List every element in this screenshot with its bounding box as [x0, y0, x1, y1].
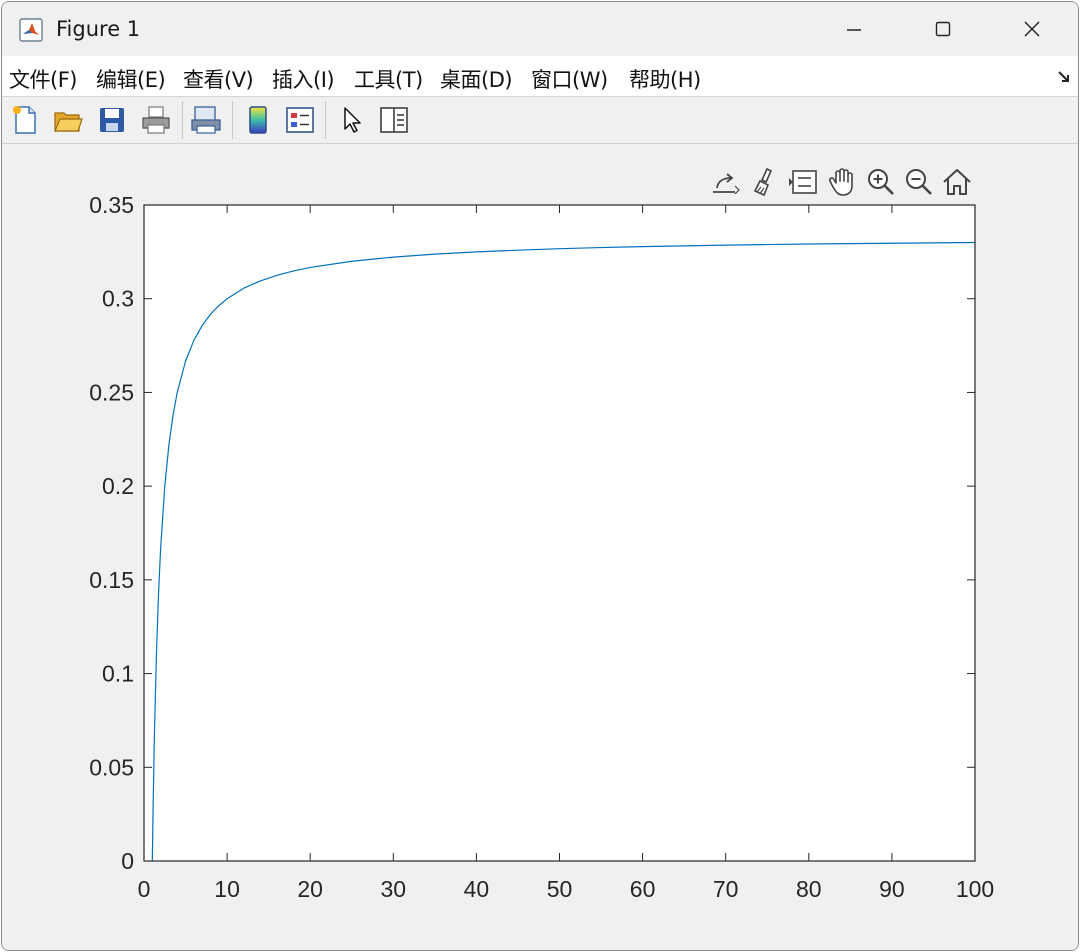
- x-tick-label: 70: [713, 876, 739, 902]
- y-tick-label: 0.2: [102, 473, 134, 499]
- x-tick-label: 80: [796, 876, 822, 902]
- zoom-out-icon[interactable]: [903, 166, 935, 198]
- x-tick-label: 10: [214, 876, 240, 902]
- x-tick-label: 50: [547, 876, 573, 902]
- restore-view-icon[interactable]: [941, 166, 973, 198]
- brush-icon[interactable]: [749, 166, 781, 198]
- zoom-in-icon[interactable]: [865, 166, 897, 198]
- y-tick-label: 0: [121, 848, 134, 874]
- y-tick-label: 0.15: [89, 567, 134, 593]
- plot-area: [144, 205, 975, 861]
- y-tick-label: 0.35: [89, 192, 134, 218]
- export-icon[interactable]: [709, 166, 741, 198]
- pan-icon[interactable]: [827, 166, 859, 198]
- x-tick-label: 20: [297, 876, 323, 902]
- x-tick-label: 0: [138, 876, 151, 902]
- line-chart: 0 10 20 30 40 50 60 70 80 90 100 0 0.05 0.1 0.15 0.2 0.2…: [89, 192, 994, 902]
- data-tips-icon[interactable]: [788, 166, 820, 198]
- y-tick-label: 0.3: [102, 286, 134, 312]
- x-tick-label: 30: [381, 876, 407, 902]
- y-tick-label: 0.1: [102, 661, 134, 687]
- x-tick-label: 100: [956, 876, 994, 902]
- y-tick-label: 0.05: [89, 754, 134, 780]
- figure-window: Figure 1 文件(F) 编辑(E) 查看(V) 插入(I) 工具(T) 桌…: [1, 1, 1079, 951]
- y-tick-label: 0.25: [89, 379, 134, 405]
- x-tick-label: 90: [879, 876, 905, 902]
- x-tick-label: 60: [630, 876, 656, 902]
- x-tick-label: 40: [464, 876, 490, 902]
